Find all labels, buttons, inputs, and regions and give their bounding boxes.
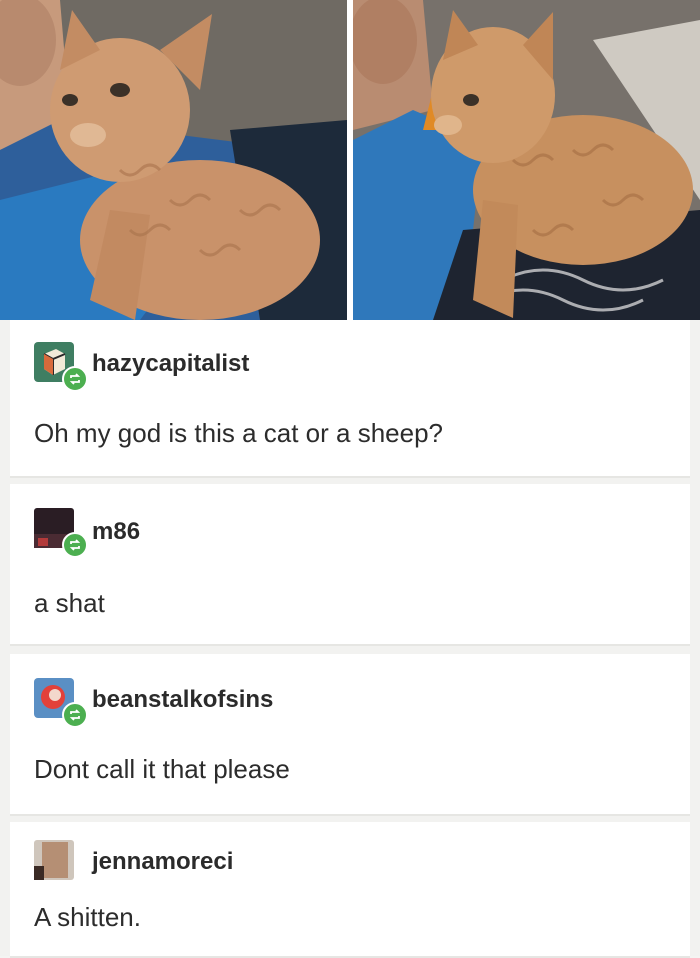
reblog-entry: jennamoreci A shitten. [10, 822, 690, 958]
photo-collage [0, 0, 700, 320]
kitten-photo-left [0, 0, 347, 320]
reblog-message: a shat [34, 588, 105, 618]
username[interactable]: jennamoreci [92, 848, 233, 876]
reblog-message: Dont call it that please [34, 754, 290, 784]
reblog-message: A shitten. [34, 902, 141, 932]
portrait-avatar-icon[interactable] [34, 840, 74, 880]
username[interactable]: beanstalkofsins [92, 686, 273, 714]
cube-avatar-icon[interactable] [34, 342, 88, 392]
reblog-entry: m86 a shat [10, 484, 690, 646]
reblog-entry: hazycapitalist Oh my god is this a cat o… [10, 320, 690, 478]
username[interactable]: m86 [92, 518, 140, 546]
reblog-icon [62, 702, 88, 728]
reblog-icon [62, 532, 88, 558]
dark-photo-avatar-icon[interactable] [34, 508, 88, 558]
reblog-entry: beanstalkofsins Dont call it that please [10, 654, 690, 816]
username[interactable]: hazycapitalist [92, 350, 249, 378]
round-face-avatar-icon[interactable] [34, 678, 88, 728]
kitten-photo-right [353, 0, 700, 320]
reblog-thread: hazycapitalist Oh my god is this a cat o… [0, 320, 700, 958]
reblog-icon [62, 366, 88, 392]
reblog-message: Oh my god is this a cat or a sheep? [34, 418, 443, 448]
